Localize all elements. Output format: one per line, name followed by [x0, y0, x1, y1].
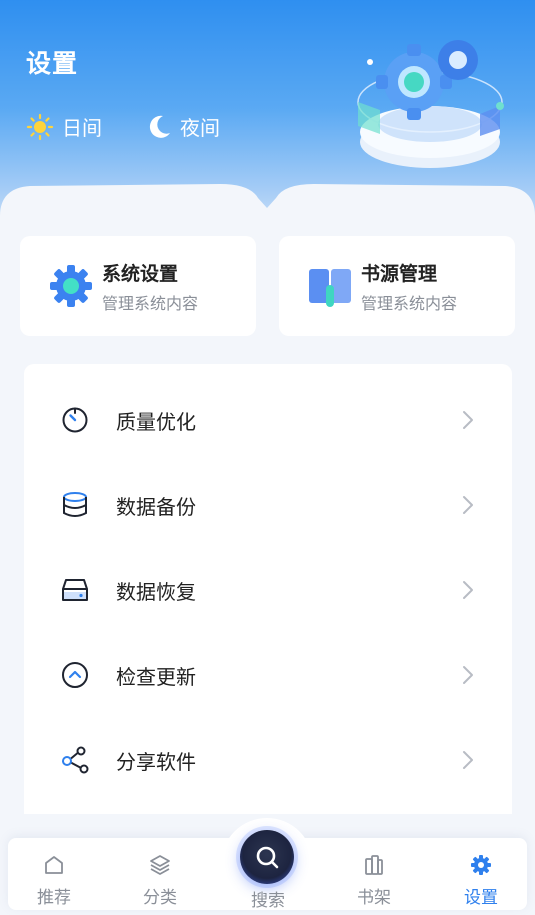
gear-icon: [471, 855, 491, 875]
night-mode-toggle[interactable]: 夜间: [146, 112, 220, 141]
tab-category[interactable]: 分类: [120, 838, 200, 910]
tab-label: 书架: [357, 888, 391, 908]
system-settings-card[interactable]: 系统设置 管理系统内容: [20, 236, 256, 336]
page-title: 设置: [26, 49, 79, 78]
tab-label: 设置: [464, 888, 498, 908]
card-title: 书源管理: [361, 262, 438, 285]
menu-item-label: 检查更新: [116, 664, 196, 689]
menu-item-label: 数据备份: [116, 494, 196, 519]
share-icon: [62, 746, 89, 774]
database-icon: [63, 492, 87, 517]
menu-item-quality[interactable]: 质量优化: [24, 390, 512, 450]
tab-bookshelf[interactable]: 书架: [334, 838, 414, 910]
chevron-up-circle-icon: [62, 662, 88, 688]
gear-illustration: [357, 40, 504, 168]
menu-item-share[interactable]: 分享软件: [24, 730, 512, 790]
drive-icon: [62, 579, 88, 601]
book-source-card[interactable]: 书源管理 管理系统内容: [279, 236, 515, 336]
layers-icon: [150, 855, 170, 875]
gear-icon: [50, 265, 92, 307]
menu-item-restore[interactable]: 数据恢复: [24, 560, 512, 620]
home-icon: [45, 856, 63, 874]
chevron-right-icon: [463, 411, 473, 429]
tab-label: 分类: [143, 888, 177, 908]
tab-recommend[interactable]: 推荐: [14, 838, 94, 910]
menu-item-label: 分享软件: [116, 749, 196, 774]
day-mode-label: 日间: [62, 116, 102, 140]
book-icon: [309, 269, 351, 307]
timer-icon: [62, 407, 88, 433]
day-mode-toggle[interactable]: 日间: [26, 112, 102, 141]
chevron-right-icon: [463, 666, 473, 684]
chevron-right-icon: [463, 581, 473, 599]
card-subtitle: 管理系统内容: [361, 293, 458, 313]
sun-icon: [26, 113, 54, 140]
tab-settings[interactable]: 设置: [441, 838, 521, 910]
menu-item-check-update[interactable]: 检查更新: [24, 645, 512, 705]
search-icon: [256, 846, 279, 869]
moon-icon: [149, 115, 170, 138]
chevron-right-icon: [463, 751, 473, 769]
night-mode-label: 夜间: [180, 116, 220, 140]
chevron-right-icon: [463, 496, 473, 514]
menu-item-backup[interactable]: 数据备份: [24, 475, 512, 535]
tab-label: 推荐: [37, 888, 71, 908]
settings-menu: 质量优化 数据备份 数据恢复 检查更新 分享软件: [24, 364, 512, 814]
bookshelf-icon: [365, 855, 383, 875]
menu-item-label: 质量优化: [116, 409, 196, 434]
card-title: 系统设置: [102, 262, 179, 285]
tab-label: 搜索: [251, 891, 285, 911]
tab-search[interactable]: [240, 830, 294, 884]
menu-item-label: 数据恢复: [116, 579, 196, 604]
card-subtitle: 管理系统内容: [102, 293, 199, 313]
